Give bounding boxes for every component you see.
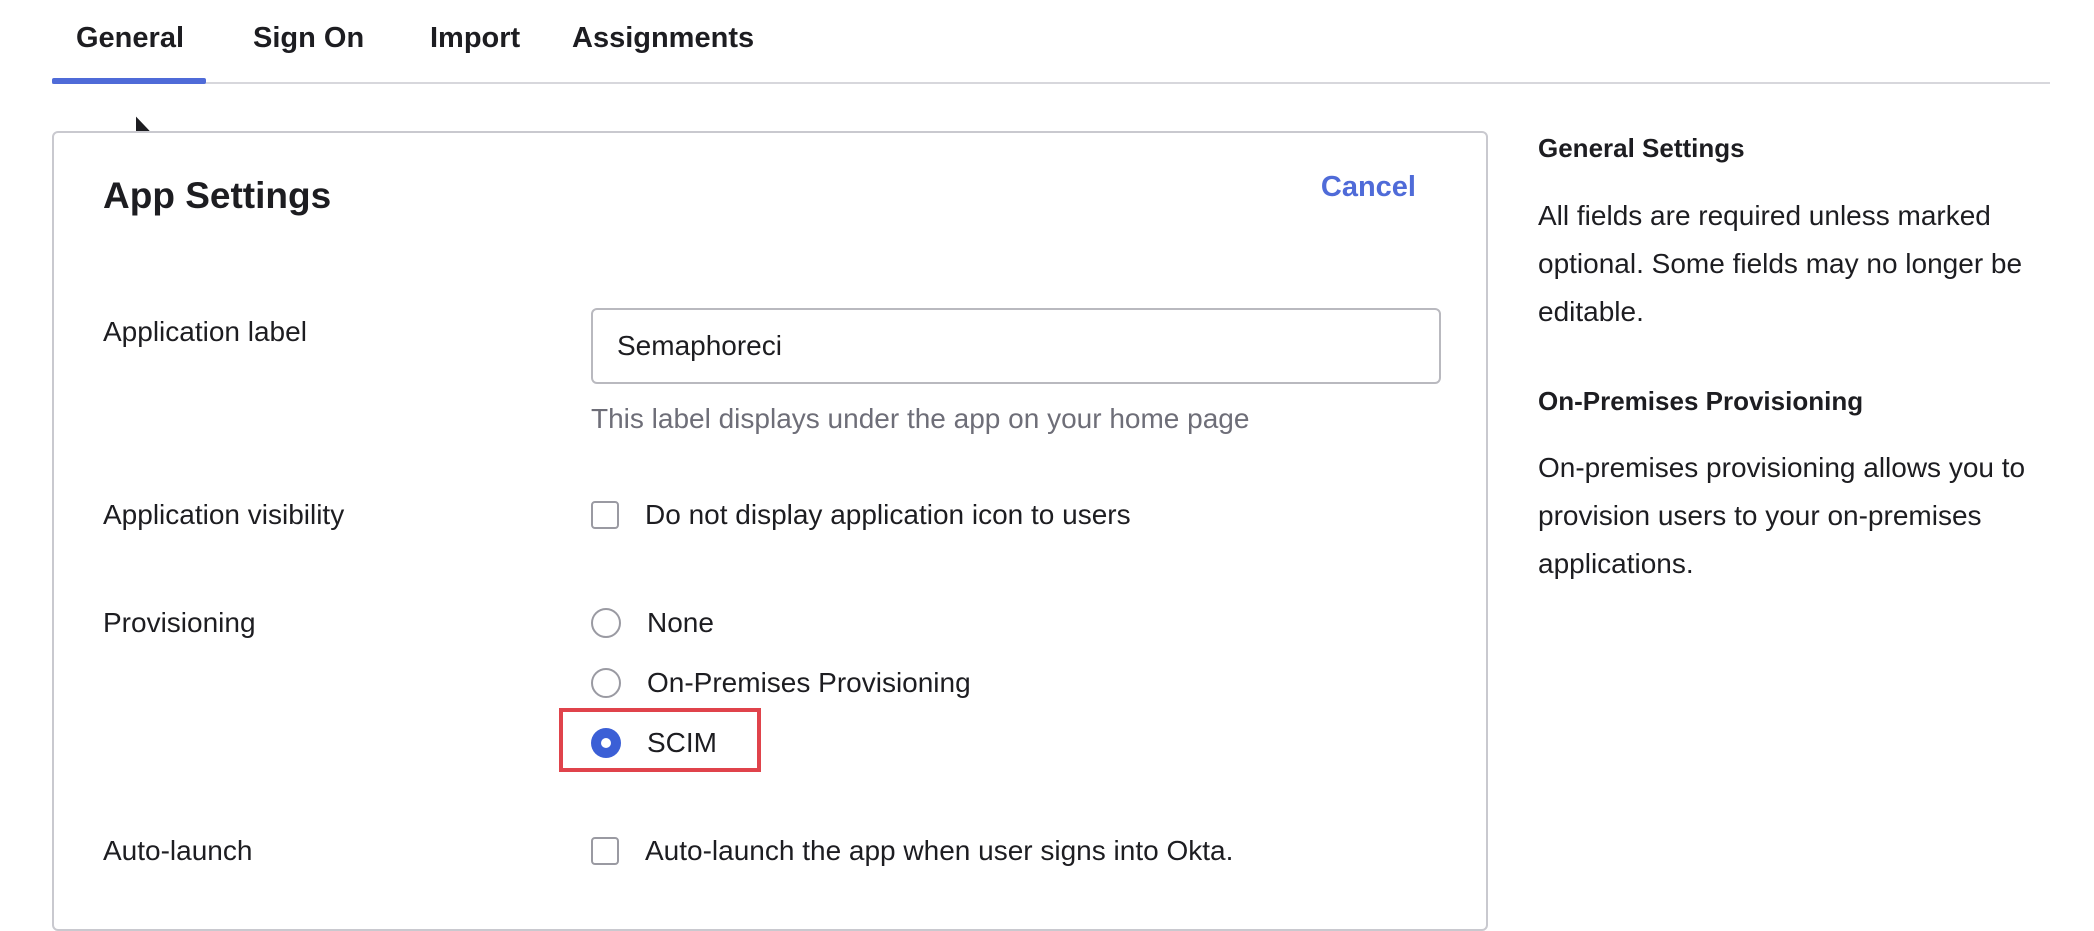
tab-import[interactable]: Import	[430, 22, 520, 55]
active-tab-indicator	[52, 78, 206, 84]
on-premises-text: On-premises provisioning allows you to p…	[1538, 452, 2026, 579]
card-title: App Settings	[103, 175, 332, 216]
tab-general[interactable]: General	[76, 22, 184, 55]
cancel-button[interactable]: Cancel	[1321, 171, 1416, 204]
tab-bar: General Sign On Import Assignments	[52, 0, 2050, 84]
provisioning-option-on-premises[interactable]: On-Premises Provisioning	[591, 665, 971, 701]
auto-launch-option-label: Auto-launch the app when user signs into…	[645, 835, 1234, 866]
application-label-input[interactable]: Semaphoreci	[591, 308, 1441, 384]
provisioning-option-scim[interactable]: SCIM	[591, 725, 717, 761]
auto-launch-label: Auto-launch	[103, 835, 253, 866]
general-settings-heading: General Settings	[1538, 133, 1745, 163]
auto-launch-checkbox[interactable]	[591, 837, 619, 865]
on-premises-heading: On-Premises Provisioning	[1538, 386, 1864, 416]
tab-sign-on[interactable]: Sign On	[253, 22, 364, 55]
provisioning-label: Provisioning	[103, 607, 256, 638]
app-settings-card: App Settings Cancel Application label Se…	[52, 131, 1488, 931]
general-settings-text: All fields are required unless marked op…	[1538, 200, 2023, 327]
auto-launch-option[interactable]: Auto-launch the app when user signs into…	[591, 833, 1233, 869]
application-label-help: This label displays under the app on you…	[591, 403, 1250, 434]
hide-app-icon-checkbox[interactable]	[591, 501, 619, 529]
tab-assignments[interactable]: Assignments	[572, 22, 754, 55]
hide-app-icon-option[interactable]: Do not display application icon to users	[591, 497, 1131, 533]
radio-none-label: None	[647, 607, 714, 638]
application-label-label: Application label	[103, 316, 307, 347]
radio-on-premises-label: On-Premises Provisioning	[647, 667, 971, 698]
provisioning-option-none[interactable]: None	[591, 605, 714, 641]
radio-none[interactable]	[591, 608, 621, 638]
radio-scim[interactable]	[591, 728, 621, 758]
radio-on-premises[interactable]	[591, 668, 621, 698]
application-visibility-label: Application visibility	[103, 499, 345, 530]
radio-scim-label: SCIM	[647, 727, 717, 758]
hide-app-icon-label: Do not display application icon to users	[645, 499, 1131, 530]
